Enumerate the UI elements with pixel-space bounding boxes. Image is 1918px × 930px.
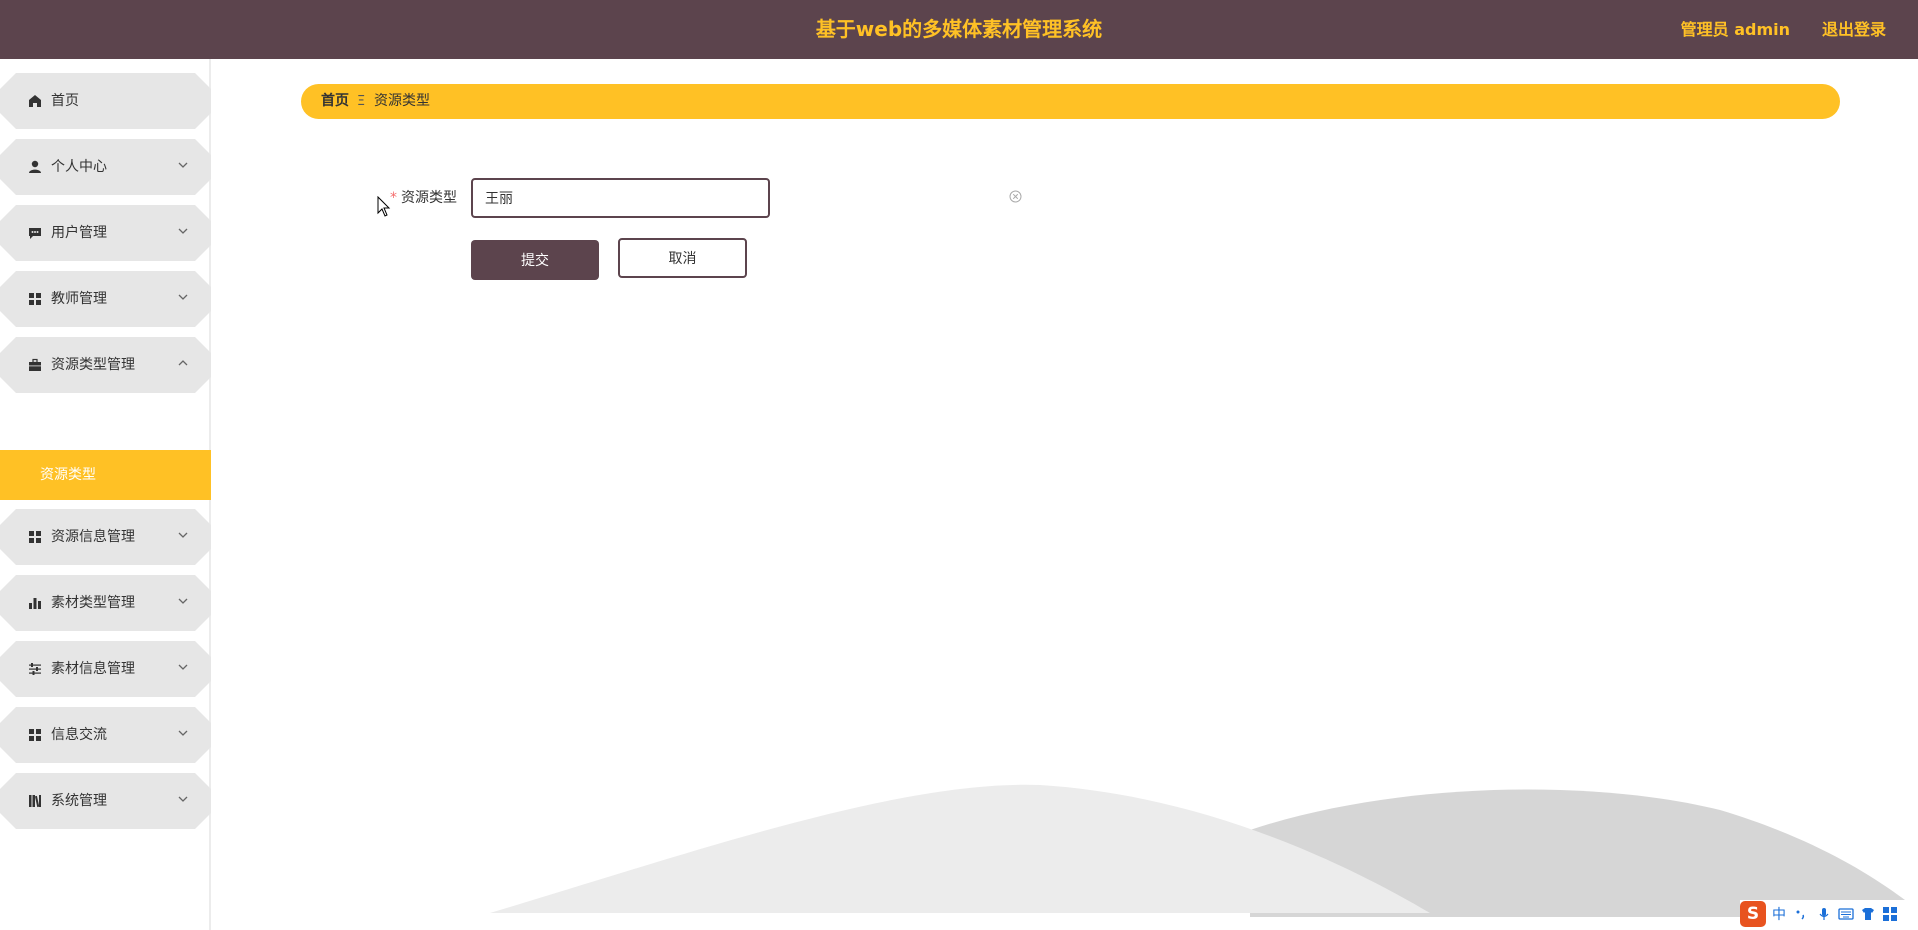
sidebar-item-label: 首页 (51, 93, 79, 109)
breadcrumb-home-link[interactable]: 首页 (321, 84, 349, 119)
resource-type-input[interactable] (471, 178, 770, 218)
chevron-down-icon (178, 162, 188, 168)
ime-toolbar[interactable]: S 中 (1740, 900, 1918, 928)
chevron-down-icon (178, 294, 188, 300)
sidebar-item-label: 素材类型管理 (51, 595, 135, 611)
sidebar-item-label: 系统管理 (51, 793, 107, 809)
sliders-icon (29, 663, 41, 675)
bar-chart-icon (29, 598, 41, 609)
resource-type-label-text: 资源类型 (401, 190, 457, 206)
ime-logo: S (1740, 901, 1766, 927)
resource-type-label: * 资源类型 (390, 188, 457, 208)
book-icon (29, 795, 41, 808)
chevron-down-icon (178, 664, 188, 670)
sidebar-item-resource-type-management[interactable]: 资源类型管理 (0, 337, 211, 393)
chevron-down-icon (178, 228, 188, 234)
mouse-cursor-icon (377, 196, 391, 217)
logout-link[interactable]: 退出登录 (1822, 0, 1886, 59)
sidebar-item-label: 资源信息管理 (51, 529, 135, 545)
grid-icon (29, 293, 41, 305)
chevron-down-icon (178, 796, 188, 802)
app-title: 基于web的多媒体素材管理系统 (815, 17, 1103, 41)
chat-icon (29, 228, 41, 239)
microphone-icon[interactable] (1816, 906, 1832, 922)
sidebar-item-home[interactable]: 首页 (0, 73, 211, 129)
sidebar-item-resource-info-management[interactable]: 资源信息管理 (0, 509, 211, 565)
user-icon (29, 160, 41, 173)
sidebar-item-label: 信息交流 (51, 727, 107, 743)
sidebar-subitem-label: 资源类型 (40, 467, 96, 483)
sidebar-item-material-type-management[interactable]: 素材类型管理 (0, 575, 211, 631)
sidebar-item-user-management[interactable]: 用户管理 (0, 205, 211, 261)
punctuation-icon[interactable] (1794, 906, 1810, 922)
sidebar-item-label: 教师管理 (51, 291, 107, 307)
breadcrumb-current: 资源类型 (374, 93, 430, 109)
sidebar-item-personal-center[interactable]: 个人中心 (0, 139, 211, 195)
sidebar: 首页 个人中心 用户管理 教师管理 资源类型管理 资源类型 资源信息管理 素材类… (0, 59, 211, 930)
top-bar: 基于web的多媒体素材管理系统 管理员 admin 退出登录 (0, 0, 1918, 59)
required-mark: * (390, 190, 397, 206)
sidebar-item-label: 用户管理 (51, 225, 107, 241)
skin-icon[interactable] (1860, 906, 1876, 922)
clear-icon[interactable] (1009, 190, 1022, 203)
chevron-up-icon (178, 360, 188, 366)
briefcase-icon (29, 358, 41, 371)
ime-mode[interactable]: 中 (1772, 904, 1786, 924)
sidebar-item-system-management[interactable]: 系统管理 (0, 773, 211, 829)
sidebar-subitem-resource-type[interactable]: 资源类型 (0, 450, 211, 500)
breadcrumb: 首页 Ξ 资源类型 (301, 84, 1840, 119)
home-icon (29, 95, 41, 107)
background-hills (490, 784, 1918, 917)
sidebar-item-material-info-management[interactable]: 素材信息管理 (0, 641, 211, 697)
sidebar-item-label: 个人中心 (51, 159, 107, 175)
grid-icon (29, 729, 41, 741)
chevron-down-icon (178, 598, 188, 604)
chevron-down-icon (178, 730, 188, 736)
breadcrumb-separator: Ξ (357, 94, 366, 109)
sidebar-item-info-exchange[interactable]: 信息交流 (0, 707, 211, 763)
sidebar-item-teacher-management[interactable]: 教师管理 (0, 271, 211, 327)
grid-icon (29, 531, 41, 543)
sidebar-item-label: 素材信息管理 (51, 661, 135, 677)
sidebar-item-label: 资源类型管理 (51, 357, 135, 373)
cancel-button[interactable]: 取消 (618, 238, 747, 278)
keyboard-icon[interactable] (1838, 906, 1854, 922)
toolbox-icon[interactable] (1882, 906, 1898, 922)
current-user-label: 管理员 admin (1680, 20, 1790, 39)
chevron-down-icon (178, 532, 188, 538)
submit-button[interactable]: 提交 (471, 240, 599, 280)
